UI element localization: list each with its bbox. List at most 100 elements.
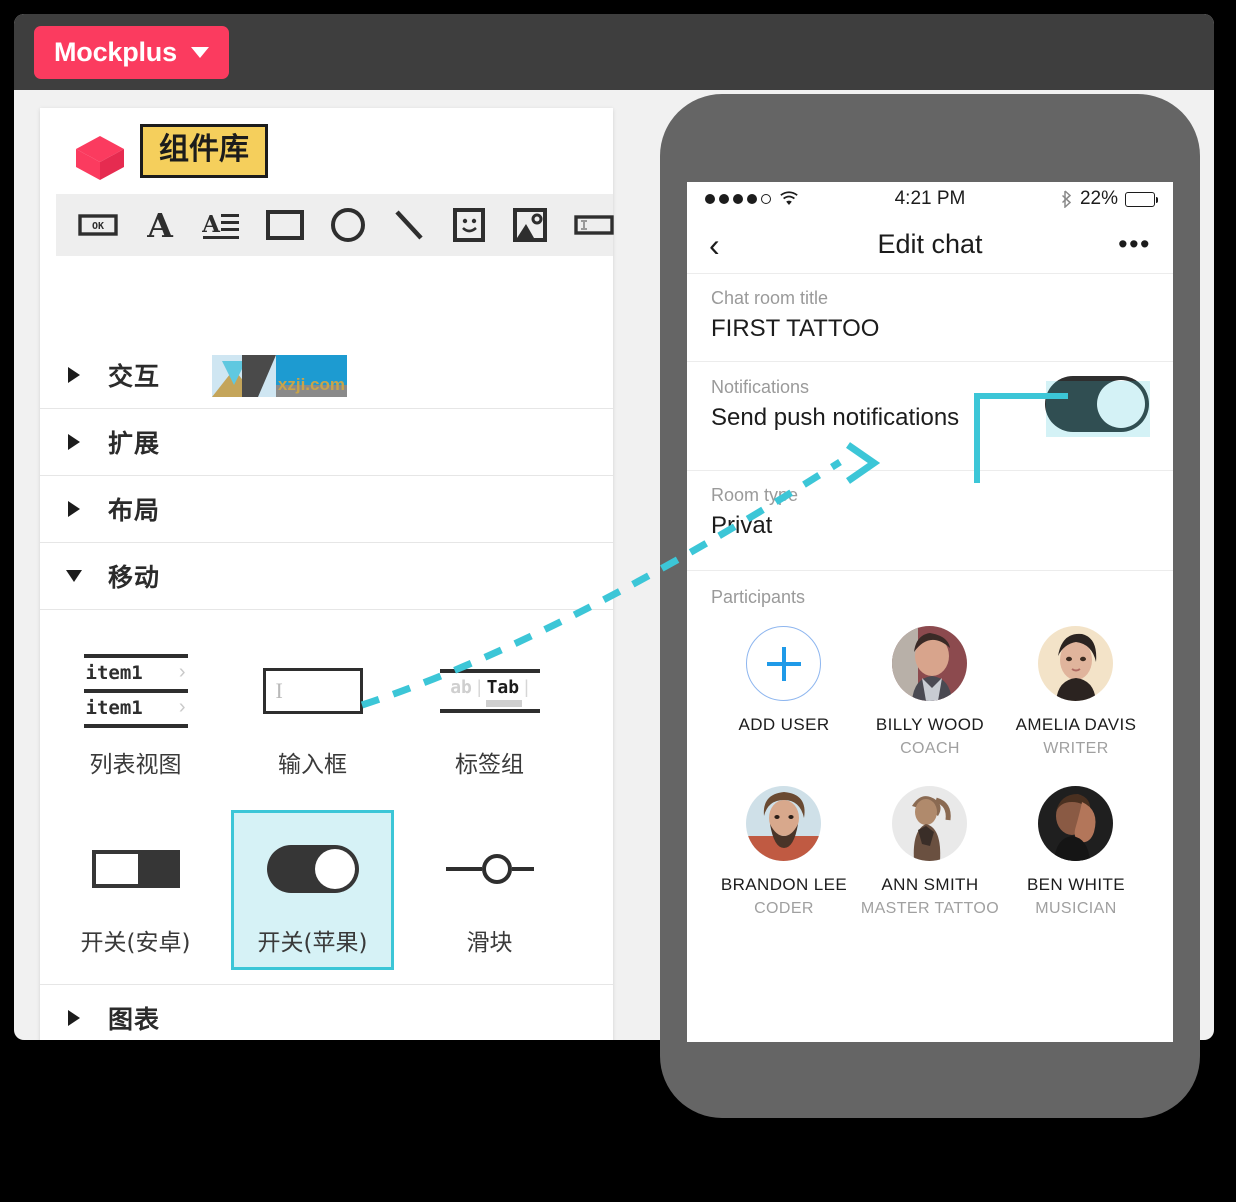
brand-label: Mockplus xyxy=(54,37,177,67)
chevron-down-icon xyxy=(62,570,86,582)
battery-percent: 22% xyxy=(1079,188,1118,209)
toggle-knob xyxy=(1097,380,1145,428)
signal-indicator xyxy=(705,191,855,207)
component-tab-group[interactable]: ab | Tab | 标签组 xyxy=(408,632,571,792)
text-icon[interactable]: A xyxy=(144,205,176,245)
tab-inactive-label: ab xyxy=(450,677,472,698)
tab-divider: | xyxy=(476,677,482,697)
avatar xyxy=(746,786,822,861)
field-value: FIRST TATTOO xyxy=(711,315,880,342)
field-notifications[interactable]: Notifications Send push notifications xyxy=(687,362,1173,471)
battery-icon xyxy=(1125,191,1158,207)
image-icon[interactable] xyxy=(512,205,548,245)
chevron-right-icon xyxy=(62,501,86,517)
switch-ios-icon xyxy=(266,825,359,913)
tab-indicator xyxy=(485,700,522,707)
field-chat-room-title[interactable]: Chat room title FIRST TATTOO xyxy=(687,274,1173,362)
tab-active-label: Tab xyxy=(486,677,520,698)
status-right: 22% xyxy=(1005,188,1158,210)
circle-icon[interactable] xyxy=(330,205,366,245)
participant-role: WRITER xyxy=(1043,740,1109,757)
page-title: Edit chat xyxy=(877,229,983,259)
more-options-icon[interactable]: ••• xyxy=(1101,229,1151,260)
component-library-panel: 组件库 OK A A 交互 扩展 布局 移动 item1 › item1 › 列… xyxy=(40,108,614,1040)
participant-role: CODER xyxy=(754,900,814,917)
status-time: 4:21 PM xyxy=(894,188,966,209)
chevron-right-icon: › xyxy=(178,661,186,683)
bluetooth-icon xyxy=(1061,190,1072,208)
rectangle-icon[interactable] xyxy=(266,205,304,245)
avatar xyxy=(1038,786,1114,861)
back-icon[interactable]: ‹ xyxy=(709,229,759,261)
tab-group-icon: ab | Tab | xyxy=(439,647,540,735)
avatar xyxy=(892,786,968,861)
field-room-type[interactable]: Room type Privat xyxy=(687,471,1173,571)
component-slider[interactable]: 滑块 xyxy=(408,810,571,970)
library-header: 组件库 xyxy=(40,108,613,194)
participant-name: BRANDON LEE xyxy=(720,875,848,894)
component-input-box[interactable]: I 输入框 xyxy=(231,632,394,792)
chevron-right-icon xyxy=(62,434,86,450)
participant-role: MASTER TATTOO xyxy=(860,900,1000,917)
participant-card[interactable]: BRANDON LEE CODER xyxy=(711,786,857,918)
participant-name: BEN WHITE xyxy=(1026,875,1125,894)
signal-dot xyxy=(705,194,715,204)
status-bar: 4:21 PM 22% xyxy=(687,182,1173,216)
component-switch-android[interactable]: 开关(安卓) xyxy=(54,810,217,970)
avatar xyxy=(892,626,968,701)
participant-name: AMELIA DAVIS xyxy=(1015,715,1137,734)
participant-role: MUSICIAN xyxy=(1035,900,1117,917)
component-row-1: item1 › item1 › 列表视图 I 输入框 ab | Tab | 标签… xyxy=(40,632,613,792)
avatar xyxy=(1038,626,1114,701)
wifi-icon xyxy=(780,191,798,205)
participant-card[interactable]: ANN SMITH MASTER TATTOO xyxy=(857,786,1003,918)
participants-label: Participants xyxy=(711,587,806,607)
category-label: 布局 xyxy=(108,496,161,525)
signal-dot xyxy=(733,194,743,204)
switch-android-icon xyxy=(91,825,180,913)
component-grid: item1 › item1 › 列表视图 I 输入框 ab | Tab | 标签… xyxy=(40,610,613,985)
component-row-2: 开关(安卓) 开关(苹果) 滑块 xyxy=(40,810,613,970)
chevron-right-icon xyxy=(62,1010,86,1026)
participants-section: Participants ADD USER BILLY WOOD COACH A… xyxy=(687,571,1173,956)
field-label: Chat room title xyxy=(711,288,829,308)
component-list-view[interactable]: item1 › item1 › 列表视图 xyxy=(54,632,217,792)
list-item-label: item1 xyxy=(85,696,143,719)
paragraph-icon[interactable]: A xyxy=(202,205,240,245)
category-row-charts[interactable]: 图表 xyxy=(40,985,613,1040)
participant-card[interactable]: AMELIA DAVIS WRITER xyxy=(1003,626,1149,758)
push-notifications-toggle[interactable] xyxy=(1045,376,1149,432)
category-label: 交互 xyxy=(108,362,161,391)
input-field-icon[interactable] xyxy=(574,205,614,245)
list-item-label: item1 xyxy=(85,661,143,684)
participant-name: ADD USER xyxy=(738,715,830,734)
add-user-button[interactable]: ADD USER xyxy=(711,626,857,758)
svg-text:A: A xyxy=(146,208,173,242)
svg-text:A: A xyxy=(202,211,221,238)
category-row-mobile[interactable]: 移动 xyxy=(40,543,613,610)
signal-dot-empty xyxy=(761,194,771,204)
field-value: Send push notifications xyxy=(711,403,960,431)
field-value: Privat xyxy=(711,512,773,539)
brand-menu-button[interactable]: Mockplus xyxy=(34,26,229,79)
library-badge: 组件库 xyxy=(140,124,268,178)
phone-screen: 4:21 PM 22% ‹ Edit chat ••• Chat room ti… xyxy=(687,182,1173,1042)
participant-role: COACH xyxy=(900,740,960,757)
line-icon[interactable] xyxy=(392,205,426,245)
ok-button-icon[interactable]: OK xyxy=(78,205,118,245)
component-switch-ios[interactable]: 开关(苹果) xyxy=(231,810,394,970)
category-row-extension[interactable]: 扩展 xyxy=(40,409,613,476)
component-label: 滑块 xyxy=(466,930,513,956)
component-label: 输入框 xyxy=(278,752,347,778)
chevron-right-icon xyxy=(62,367,86,383)
category-row-layout[interactable]: 布局 xyxy=(40,476,613,543)
component-label: 标签组 xyxy=(455,752,524,778)
list-view-icon: item1 › item1 › xyxy=(83,647,188,735)
participant-card[interactable]: BILLY WOOD COACH xyxy=(857,626,1003,758)
smiley-icon[interactable] xyxy=(452,205,486,245)
category-row-interaction[interactable]: 交互 xyxy=(40,342,613,409)
category-label: 移动 xyxy=(108,563,161,592)
participant-name: BILLY WOOD xyxy=(875,715,985,734)
cube-icon xyxy=(72,130,128,191)
participant-card[interactable]: BEN WHITE MUSICIAN xyxy=(1003,786,1149,918)
